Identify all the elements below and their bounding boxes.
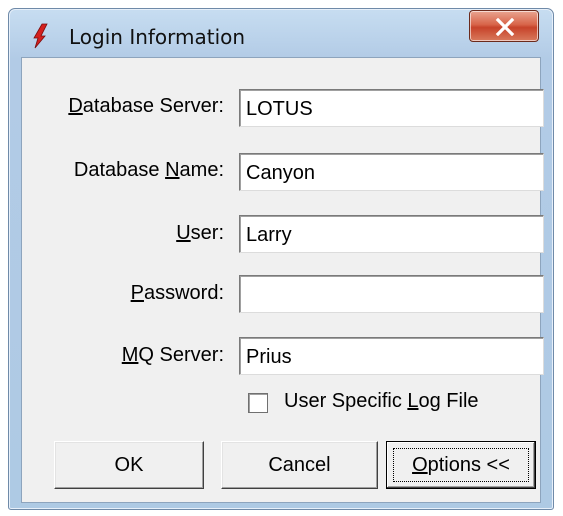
options-button[interactable]: Options << — [386, 441, 536, 489]
ok-button[interactable]: OK — [54, 441, 204, 489]
database-name-field[interactable] — [239, 153, 544, 191]
close-button[interactable] — [469, 10, 539, 42]
window-title: Login Information — [69, 25, 246, 49]
focus-ring: Options << — [393, 448, 529, 482]
title-bar[interactable]: Login Information — [9, 9, 553, 57]
user-specific-log-file-label[interactable]: User Specific Log File — [284, 390, 479, 413]
user-specific-log-file-checkbox[interactable] — [248, 393, 268, 413]
login-dialog: Login Information Database Server: Datab… — [8, 8, 554, 510]
password-field[interactable] — [239, 275, 544, 313]
database-name-label: Database Name: — [73, 159, 224, 181]
app-icon — [33, 23, 48, 49]
database-server-field[interactable] — [239, 89, 544, 127]
dialog-body: Database Server: Database Name: User: Pa… — [21, 57, 544, 503]
cancel-button[interactable]: Cancel — [221, 441, 378, 489]
database-server-label: Database Server: — [68, 95, 224, 117]
close-icon — [495, 18, 515, 36]
mq-server-field[interactable] — [239, 337, 544, 375]
user-label: User: — [176, 222, 224, 244]
mq-server-label: MQ Server: — [121, 344, 224, 366]
password-label: Password: — [130, 282, 224, 304]
user-field[interactable] — [239, 215, 544, 253]
